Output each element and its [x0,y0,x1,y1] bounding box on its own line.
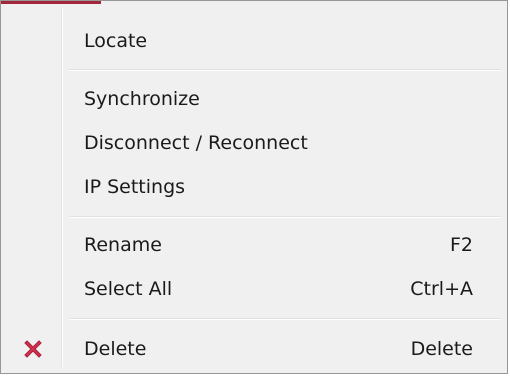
menu-item-label: Disconnect / Reconnect [84,132,308,154]
menu-item-label: IP Settings [84,176,186,198]
menu-item-delete[interactable]: Delete Delete [4,331,504,367]
menu-item-label: Synchronize [84,88,200,110]
menu-item-shortcut: Ctrl+A [410,278,473,300]
menu-item-ip-settings[interactable]: IP Settings [4,169,504,205]
menu-item-label: Select All [84,278,173,300]
menu-item-rename[interactable]: Rename F2 [4,227,504,263]
menu-item-disconnect-reconnect[interactable]: Disconnect / Reconnect [4,125,504,161]
menu-separator [69,318,501,320]
menu-item-label: Locate [84,30,148,52]
red-x-icon [21,337,45,361]
menu-separator [69,69,501,71]
menu-separator [69,216,501,218]
menu-item-label: Delete [84,338,147,360]
menu-item-select-all[interactable]: Select All Ctrl+A [4,271,504,307]
context-menu: Locate Synchronize Disconnect / Reconnec… [0,0,508,374]
menu-item-shortcut: F2 [449,234,473,256]
menu-item-label: Rename [84,234,162,256]
menu-item-locate[interactable]: Locate [4,23,504,59]
window-accent-strip [1,1,101,4]
menu-item-synchronize[interactable]: Synchronize [4,81,504,117]
menu-item-shortcut: Delete [410,338,473,360]
